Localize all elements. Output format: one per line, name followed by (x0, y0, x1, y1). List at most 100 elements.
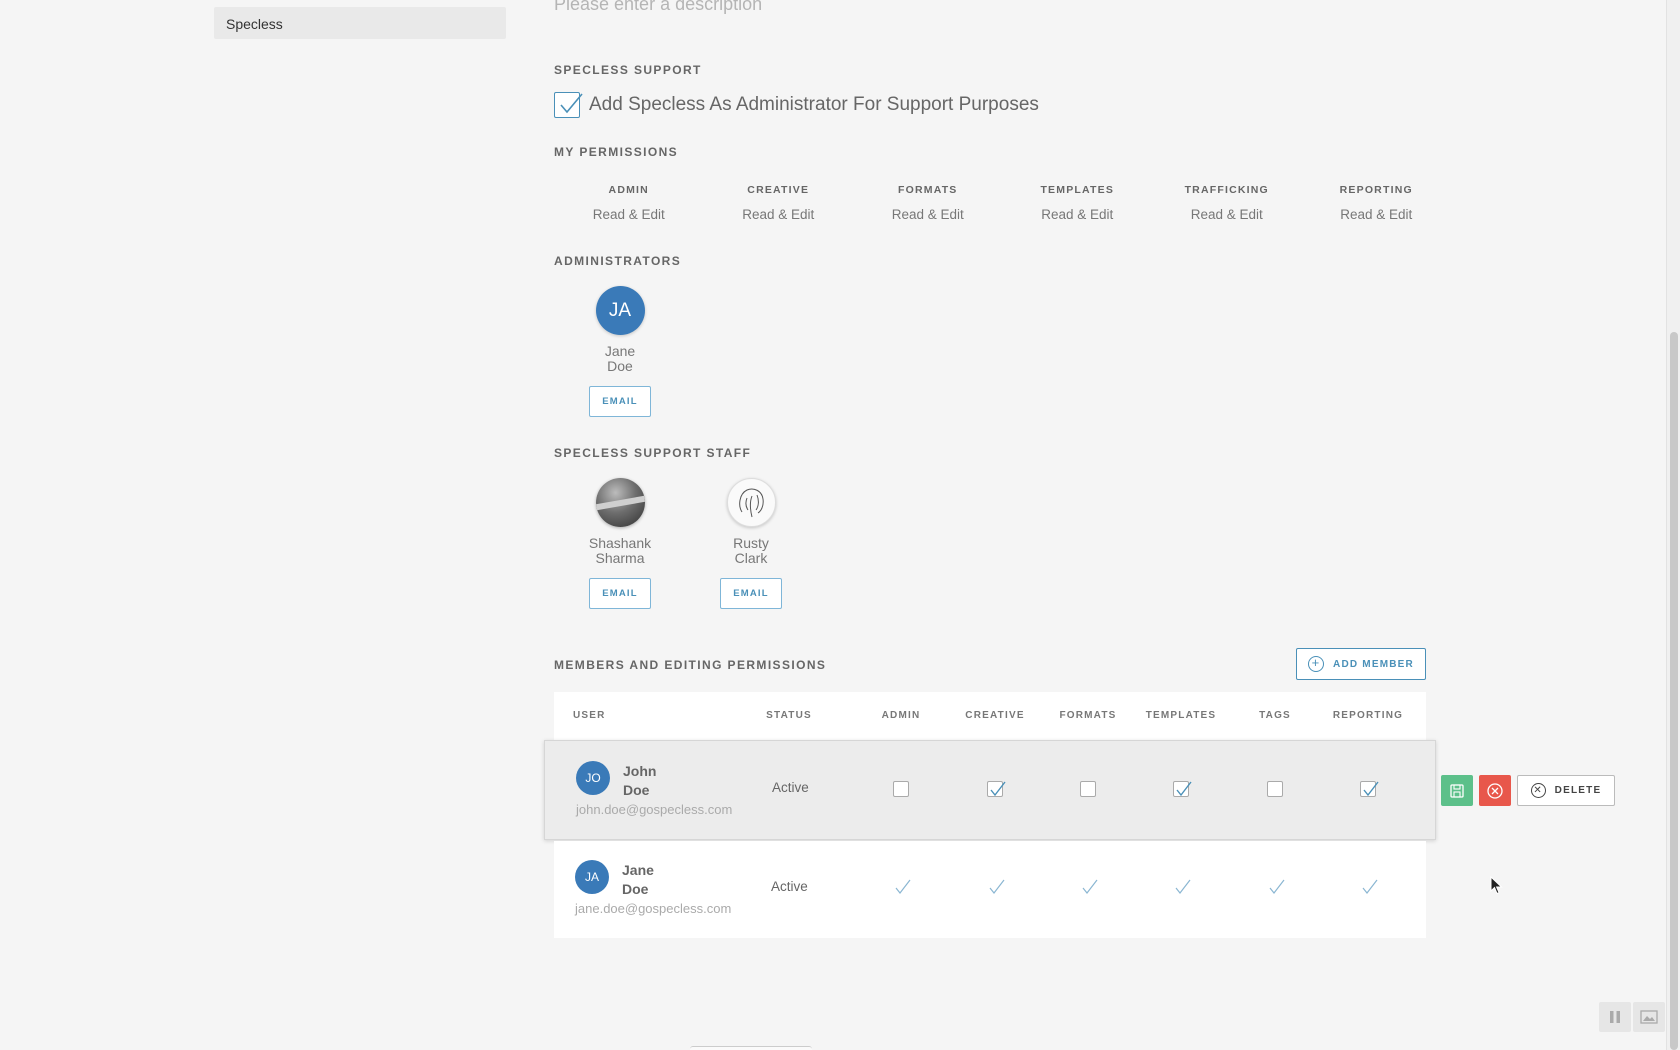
permission-checkbox-formats[interactable] (1080, 781, 1096, 797)
permission-value: Read & Edit (1190, 207, 1263, 222)
email-button[interactable]: EMAIL (720, 578, 782, 609)
check-icon (990, 781, 1006, 797)
permission-creative: CREATIVE Read & Edit (704, 184, 854, 222)
add-member-label: ADD MEMBER (1333, 658, 1414, 670)
column-header-status: STATUS (766, 710, 812, 721)
scroll-thumb[interactable] (1670, 332, 1678, 1050)
my-permissions-grid: ADMIN Read & Edit CREATIVE Read & Edit FOR… (554, 184, 1451, 222)
avatar: JO (576, 761, 610, 795)
member-first-name: Jane (622, 862, 654, 878)
person-last-name: Doe (607, 358, 633, 374)
permission-check-creative (987, 879, 1005, 896)
support-admin-label: Add Specless As Administrator For Suppor… (589, 94, 1039, 115)
person-last-name: Sharma (595, 550, 645, 566)
member-first-name: John (623, 763, 657, 779)
permission-reporting: REPORTING Read & Edit (1302, 184, 1452, 222)
members-table-header: USER STATUS ADMIN CREATIVE FORMATS TEMPL… (554, 692, 1426, 740)
delete-button[interactable]: ✕ DELETE (1517, 775, 1615, 806)
email-button[interactable]: EMAIL (589, 386, 651, 417)
picture-in-picture-button[interactable] (1633, 1002, 1665, 1032)
permission-check-reporting (1360, 879, 1378, 896)
image-icon (1640, 1010, 1658, 1024)
check-icon (1176, 781, 1192, 797)
column-header-formats: FORMATS (1059, 710, 1117, 721)
permission-checkbox-tags[interactable] (1267, 781, 1283, 797)
permission-value: Read & Edit (891, 207, 964, 222)
check-icon (560, 93, 583, 114)
permission-label: CREATIVE (747, 184, 810, 196)
check-icon (1363, 781, 1379, 797)
permission-templates: TEMPLATES Read & Edit (1003, 184, 1153, 222)
permission-checkbox-reporting[interactable] (1360, 781, 1379, 797)
check-icon (1362, 879, 1378, 894)
permission-checkbox-templates[interactable] (1173, 781, 1192, 797)
support-staff-title: SPECLESS SUPPORT STAFF (554, 446, 752, 460)
member-status: Active (771, 879, 808, 894)
person-first-name: Rusty (733, 535, 769, 551)
permission-label: TEMPLATES (1040, 184, 1115, 196)
close-circle-icon (1487, 782, 1503, 799)
column-header-reporting: REPORTING (1332, 710, 1404, 721)
permission-check-tags (1267, 879, 1285, 896)
permission-checkbox-admin[interactable] (893, 781, 909, 797)
mouse-cursor-icon (1490, 876, 1503, 895)
column-header-user: USER (573, 710, 606, 721)
member-email: john.doe@gospecless.com (576, 802, 733, 817)
permission-check-admin (893, 879, 911, 896)
plus-circle-icon: + (1308, 656, 1325, 672)
permission-label: ADMIN (608, 184, 649, 196)
permission-checkbox-creative[interactable] (987, 781, 1006, 797)
pause-icon (1610, 1011, 1620, 1023)
elephant-icon (738, 488, 764, 518)
members-title: MEMBERS AND EDITING PERMISSIONS (554, 658, 827, 672)
avatar: JA (595, 286, 645, 335)
permission-trafficking: TRAFFICKING Read & Edit (1152, 184, 1302, 222)
permission-check-formats (1080, 879, 1098, 896)
support-admin-toggle[interactable]: Add Specless As Administrator For Suppor… (554, 92, 1039, 118)
close-circle-icon: ✕ (1530, 783, 1546, 798)
permission-value: Read & Edit (1340, 207, 1413, 222)
support-admin-checkbox[interactable] (554, 92, 583, 118)
permission-value: Read & Edit (1041, 207, 1114, 222)
avatar: JA (575, 860, 609, 894)
specless-support-title: SPECLESS SUPPORT (554, 63, 702, 77)
add-member-button[interactable]: + ADD MEMBER (1296, 648, 1426, 680)
email-button[interactable]: EMAIL (589, 578, 651, 609)
save-button[interactable] (1441, 775, 1473, 806)
check-icon (1175, 879, 1191, 894)
cancel-button[interactable] (1479, 775, 1511, 806)
pause-button[interactable] (1599, 1002, 1631, 1032)
table-row[interactable]: JO John Doe john.doe@gospecless.com Acti… (544, 740, 1436, 840)
sidebar-item-specless[interactable]: Specless (214, 7, 506, 39)
permission-label: FORMATS (897, 184, 958, 196)
member-email: jane.doe@gospecless.com (575, 901, 732, 916)
person-first-name: Shashank (588, 535, 652, 551)
floppy-disk-icon (1450, 783, 1464, 798)
administrator-card: JA Jane Doe EMAIL (560, 286, 680, 417)
person-last-name: Clark (734, 550, 768, 566)
bottom-tab (690, 1046, 812, 1050)
column-header-tags: TAGS (1259, 710, 1291, 721)
check-icon (989, 879, 1005, 894)
avatar (726, 478, 776, 527)
table-row[interactable]: JA Jane Doe jane.doe@gospecless.com Acti… (554, 841, 1426, 938)
support-staff-card: Shashank Sharma EMAIL (560, 478, 680, 609)
column-header-creative: CREATIVE (965, 710, 1025, 721)
permission-value: Read & Edit (742, 207, 815, 222)
check-icon (1082, 879, 1098, 894)
column-header-templates: TEMPLATES (1145, 710, 1217, 721)
support-staff-card: Rusty Clark EMAIL (691, 478, 811, 609)
permission-admin: ADMIN Read & Edit (554, 184, 704, 222)
permission-check-templates (1173, 879, 1191, 896)
column-header-admin: ADMIN (881, 710, 921, 721)
person-first-name: Jane (604, 343, 636, 359)
permission-label: REPORTING (1339, 184, 1413, 196)
permission-label: TRAFFICKING (1184, 184, 1269, 196)
description-input[interactable]: Please enter a description (554, 0, 762, 15)
avatar (595, 478, 645, 527)
member-status: Active (772, 780, 809, 795)
administrators-title: ADMINISTRATORS (554, 254, 682, 268)
permission-value: Read & Edit (592, 207, 665, 222)
member-last-name: Doe (622, 881, 649, 897)
scrollbar[interactable] (1666, 0, 1680, 1050)
